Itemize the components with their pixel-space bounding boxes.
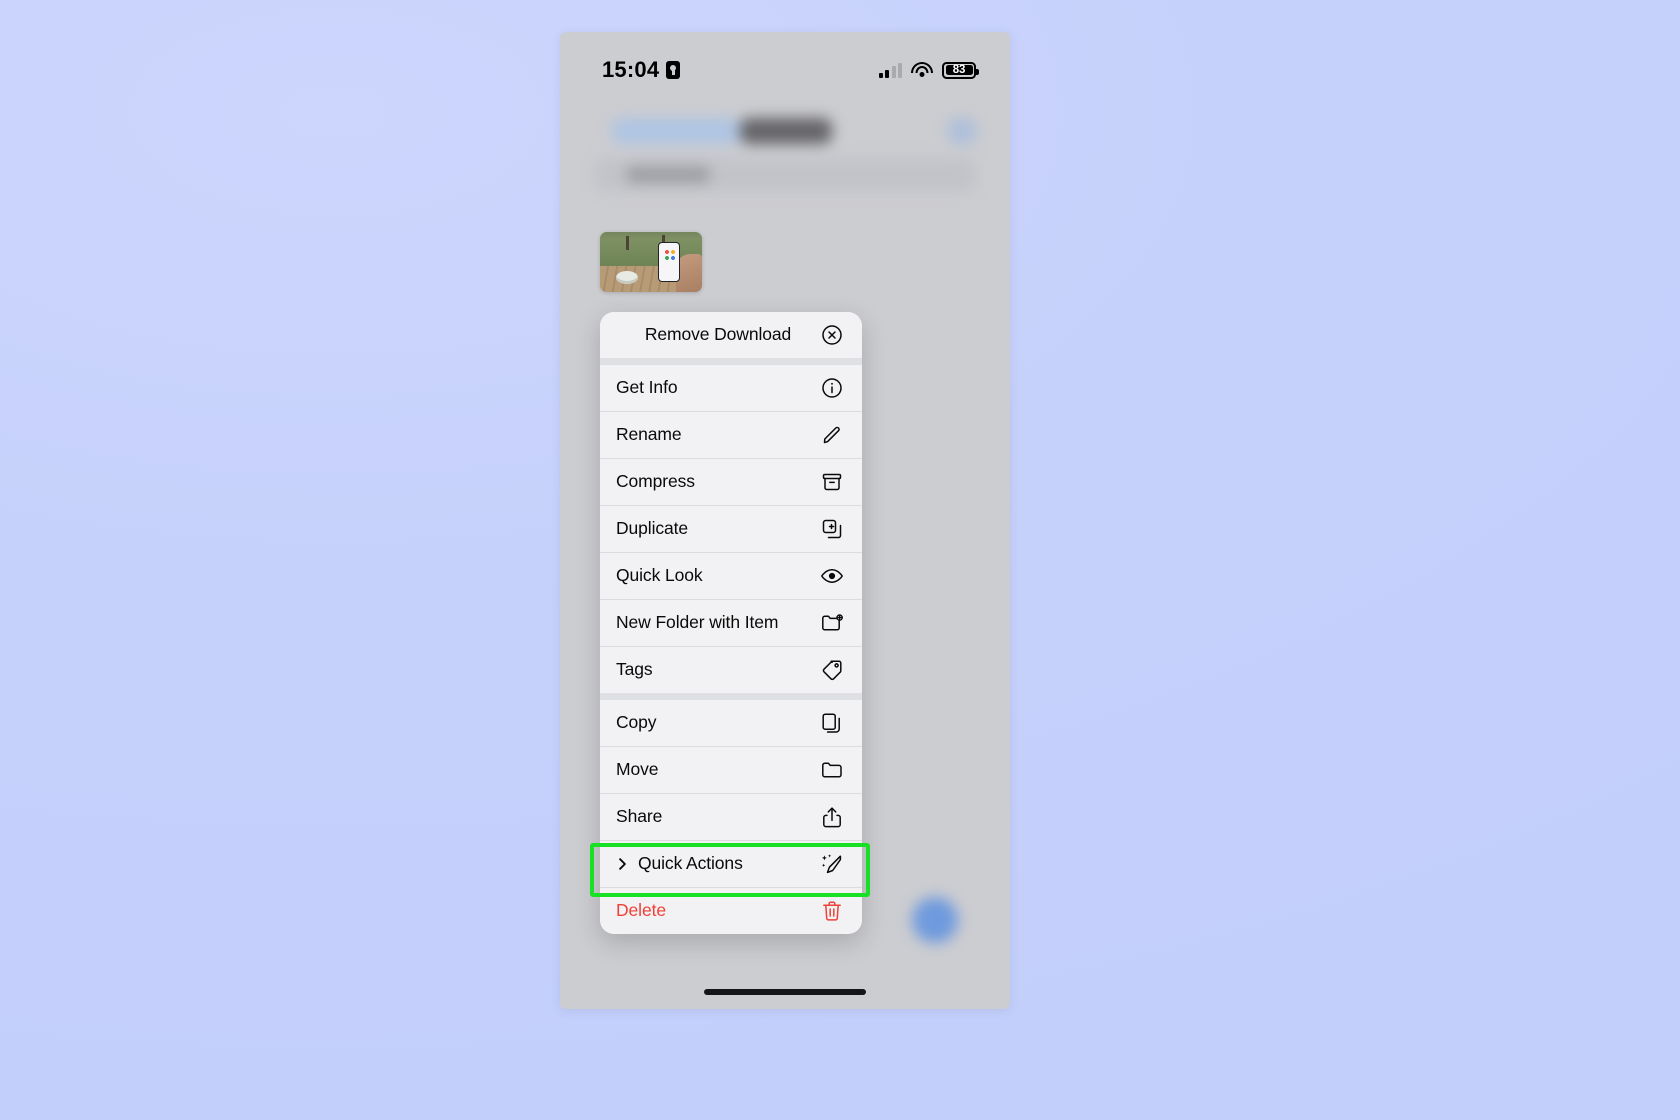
tag-icon	[820, 658, 844, 682]
context-menu: Remove Download Get Info Rename Compress Dup…	[600, 312, 862, 934]
menu-item-compress[interactable]: Compress	[600, 459, 862, 505]
menu-group-separator	[600, 358, 862, 365]
menu-item-label: Remove Download	[644, 324, 792, 345]
blurred-nav-action	[948, 118, 976, 144]
menu-item-label: Compress	[616, 471, 695, 492]
blurred-blue-circle	[912, 897, 958, 943]
menu-group-separator	[600, 693, 862, 700]
menu-item-quick-look[interactable]: Quick Look	[600, 553, 862, 599]
blurred-search-text	[626, 166, 710, 183]
menu-item-rename[interactable]: Rename	[600, 412, 862, 458]
menu-item-label: Delete	[616, 900, 666, 921]
menu-item-share[interactable]: Share	[600, 794, 862, 840]
menu-item-copy[interactable]: Copy	[600, 700, 862, 746]
menu-item-label: Tags	[616, 659, 653, 680]
battery-percent-label: 83	[952, 64, 966, 76]
share-icon	[820, 805, 844, 829]
menu-item-new-folder-with-item[interactable]: New Folder with Item	[600, 600, 862, 646]
menu-item-label: Rename	[616, 424, 682, 445]
status-bar-clock: 15:04	[602, 57, 660, 82]
phone-screenshot-frame: 15:04 83 Remove Download Get Info Rename Co…	[560, 32, 1010, 1009]
folder-icon	[820, 758, 844, 782]
menu-item-move[interactable]: Move	[600, 747, 862, 793]
menu-item-quick-actions[interactable]: Quick Actions	[600, 841, 862, 887]
menu-item-label: New Folder with Item	[616, 612, 779, 633]
folder-plus-icon	[820, 611, 844, 635]
status-bar-right: 83	[878, 61, 979, 79]
status-bar: 15:04 83	[560, 32, 1010, 94]
menu-item-label: Copy	[616, 712, 657, 733]
menu-item-label: Move	[616, 759, 659, 780]
menu-item-delete[interactable]: Delete	[600, 888, 862, 934]
eye-icon	[820, 564, 844, 588]
trash-icon	[820, 899, 844, 923]
status-bar-left: 15:04	[602, 57, 681, 83]
thumb-phone	[658, 242, 680, 282]
menu-item-label: Duplicate	[616, 518, 689, 539]
sparkles-wand-icon	[820, 852, 844, 876]
battery-icon: 83	[942, 61, 979, 79]
menu-item-remove-download[interactable]: Remove Download	[600, 312, 862, 358]
info-circle-icon	[820, 376, 844, 400]
thumb-coffee-cup	[616, 271, 638, 284]
pencil-icon	[820, 423, 844, 447]
photo-thumbnail-park-bench-phone[interactable]	[600, 232, 702, 292]
blurred-back-button	[612, 118, 740, 144]
copy-icon	[820, 711, 844, 735]
duplicate-icon	[820, 517, 844, 541]
home-indicator[interactable]	[704, 989, 866, 995]
archive-box-icon	[820, 470, 844, 494]
thumb-tree-trunk	[626, 236, 629, 250]
menu-item-label: Quick Actions	[638, 853, 743, 874]
cellular-signal-icon	[878, 62, 902, 78]
menu-item-label: Share	[616, 806, 663, 827]
remove-download-icon	[820, 323, 844, 347]
menu-item-tags[interactable]: Tags	[600, 647, 862, 693]
wifi-icon	[911, 62, 933, 78]
chevron-right-icon	[616, 856, 629, 872]
lock-portrait-orientation-icon	[666, 61, 681, 79]
blurred-nav-title	[740, 118, 832, 144]
menu-item-label: Get Info	[616, 377, 678, 398]
menu-item-duplicate[interactable]: Duplicate	[600, 506, 862, 552]
menu-item-label: Quick Look	[616, 565, 703, 586]
menu-item-get-info[interactable]: Get Info	[600, 365, 862, 411]
